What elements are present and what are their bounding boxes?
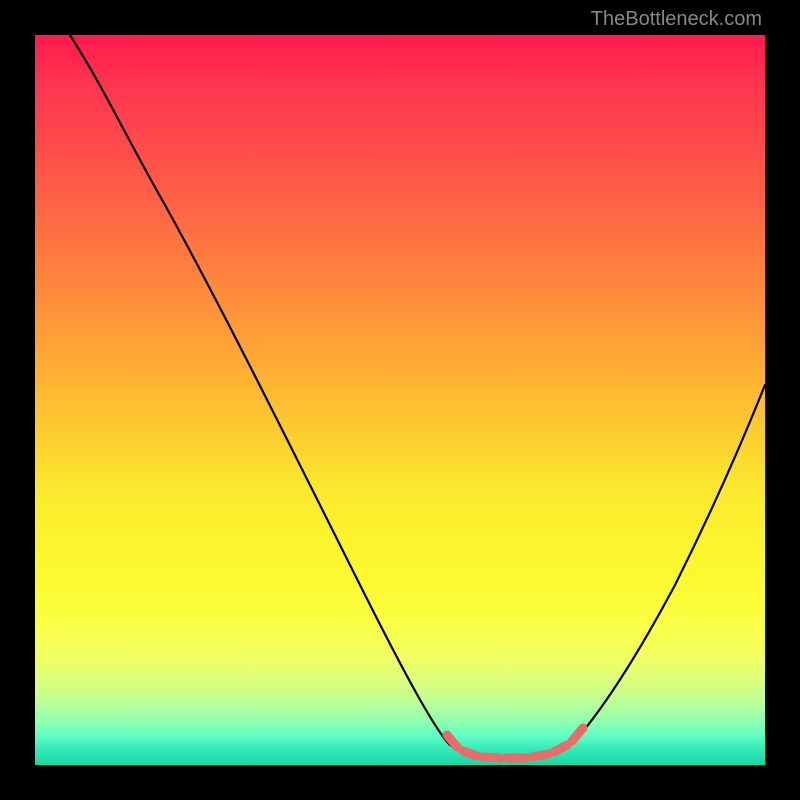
marker-dot [532, 754, 548, 757]
marker-dot [572, 728, 583, 741]
plot-area [35, 35, 765, 765]
marker-dot [463, 751, 477, 756]
curve-right-branch [580, 385, 765, 735]
marker-layer [447, 728, 583, 758]
marker-dot [554, 745, 567, 752]
curve-layer [70, 35, 765, 758]
marker-dot [447, 735, 457, 747]
marker-dot [483, 757, 500, 758]
watermark-text: TheBottleneck.com [591, 8, 762, 31]
chart-svg [35, 35, 765, 765]
curve-left-branch [70, 35, 450, 745]
chart-container: TheBottleneck.com [0, 0, 800, 800]
